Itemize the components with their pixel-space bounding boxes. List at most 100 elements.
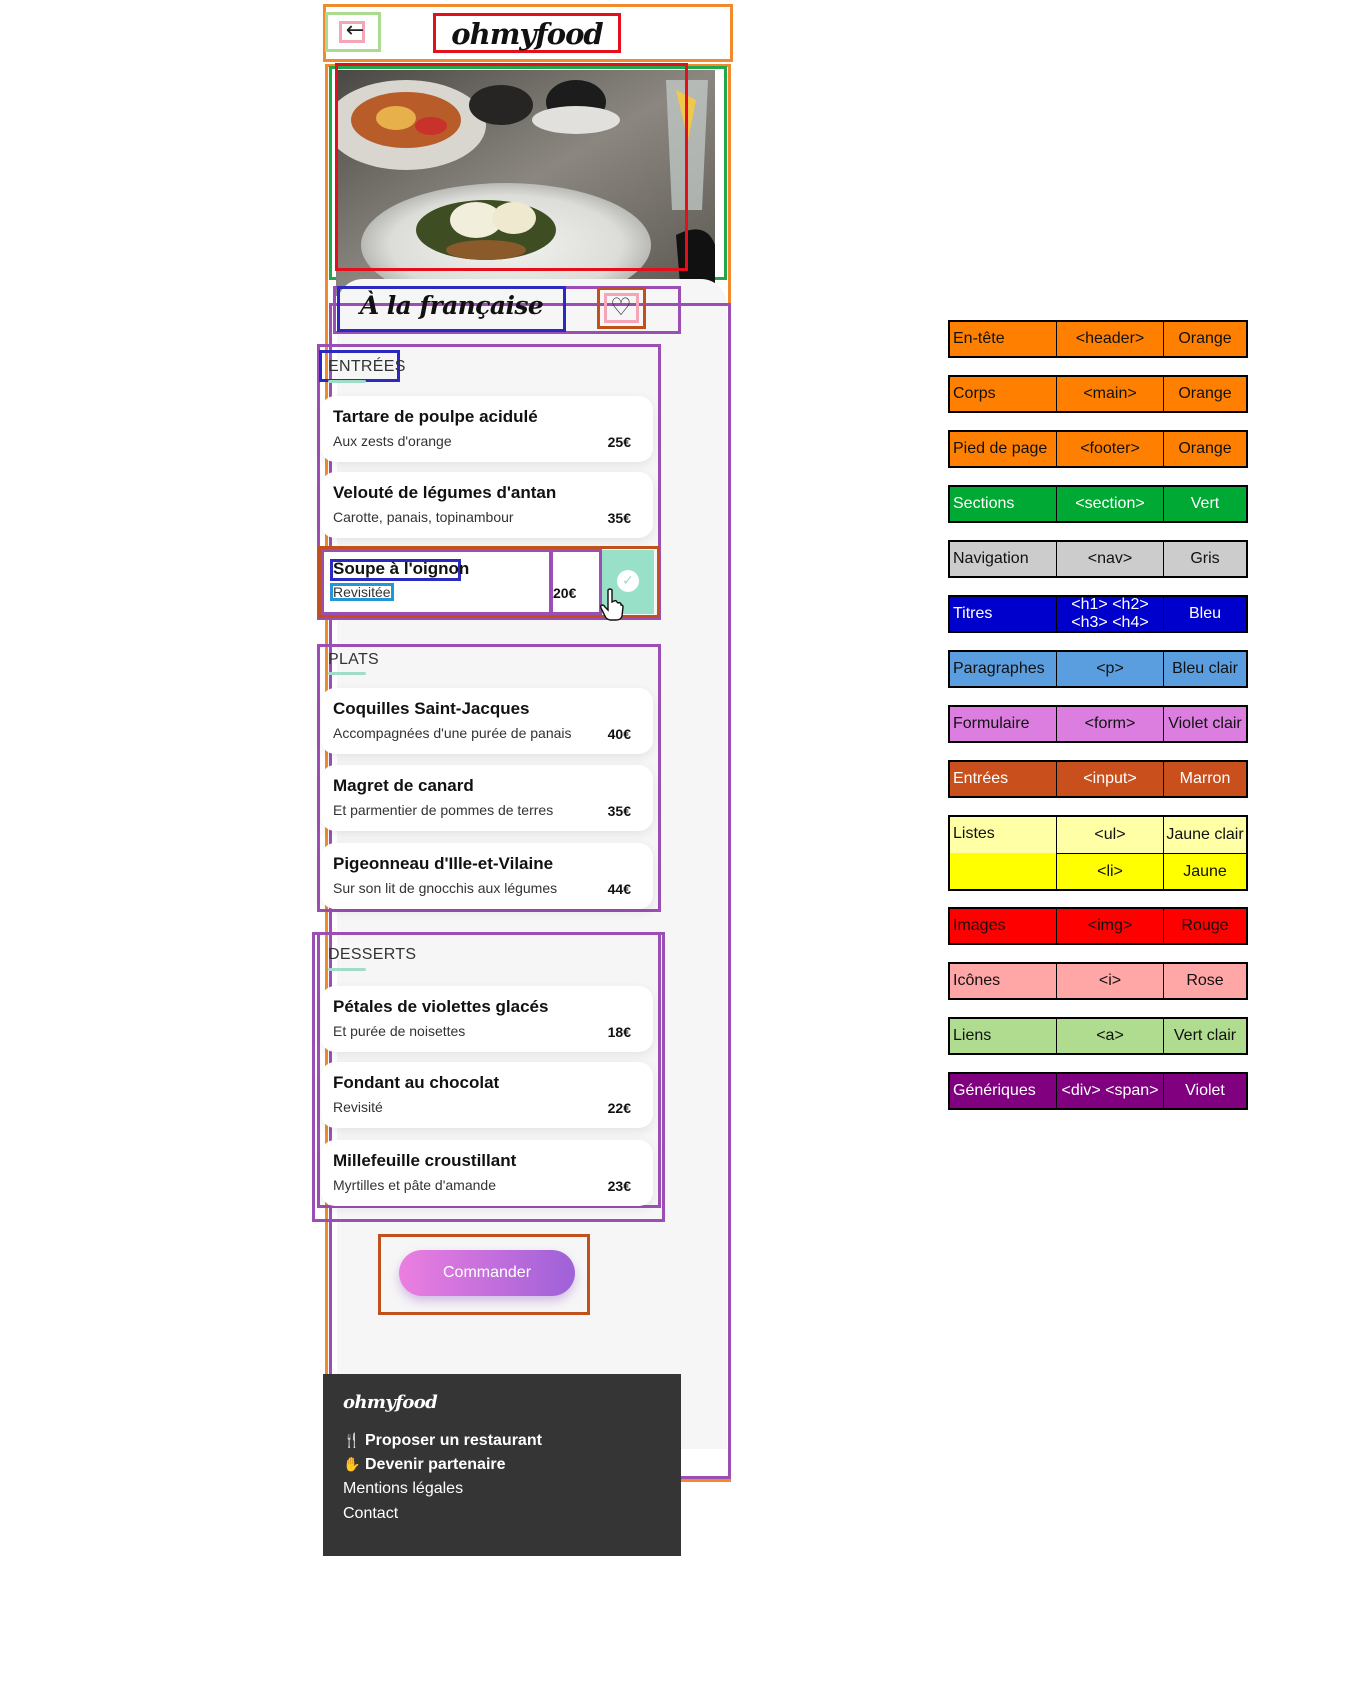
legend-cell: <li> [1057, 854, 1164, 889]
dish-description: Aux zests d'orange [333, 433, 452, 449]
legend-cell: Rouge [1164, 909, 1246, 943]
legend-row: En-tête <header> Orange [948, 320, 1248, 358]
legend-cell: Jaune clair [1164, 817, 1246, 853]
legend-cell: <main> [1057, 377, 1164, 411]
dish-description: Accompagnées d'une purée de panais [333, 725, 572, 741]
dish-card[interactable]: Magret de canard Et parmentier de pommes… [321, 765, 653, 831]
legend-cell: <section> [1057, 487, 1164, 521]
legend-cell: Navigation [950, 542, 1057, 576]
legend-cell: Paragraphes [950, 652, 1057, 686]
dish-name: Pigeonneau d'Ille-et-Vilaine [333, 854, 554, 873]
legend-row: Listes <ul> Jaune clair <li> Jaune [948, 815, 1248, 891]
legend-cell: <form> [1057, 707, 1164, 741]
legend-cell: Corps [950, 377, 1057, 411]
dish-price: 25€ [607, 434, 631, 450]
legend-row: Corps <main> Orange [948, 375, 1248, 413]
dish-price: 22€ [607, 1100, 631, 1116]
legend-sub-rows: <ul> Jaune clair <li> Jaune [1057, 817, 1246, 889]
dish-name: Soupe à l'oignon [333, 559, 470, 578]
legend-cell: Liens [950, 1019, 1057, 1053]
legend-row: Génériques <div> <span> Violet [948, 1072, 1248, 1110]
legend-cell: Orange [1164, 322, 1246, 356]
legend-cell: Sections [950, 487, 1057, 521]
legend-row: Titres <h1> <h2> <h3> <h4> Bleu [948, 595, 1248, 633]
legend-cell: Violet clair [1164, 707, 1246, 741]
dish-card[interactable]: Pétales de violettes glacés Et purée de … [321, 986, 653, 1052]
legend-row: Icônes <i> Rose [948, 962, 1248, 1000]
dish-card[interactable]: Millefeuille croustillant Myrtilles et p… [321, 1140, 653, 1206]
legend-cell: <div> <span> [1057, 1074, 1164, 1108]
footer-link-partner[interactable]: ✋ Devenir partenaire [343, 1456, 506, 1474]
logo: ohmyfood [433, 13, 621, 53]
back-link[interactable]: ← [325, 12, 381, 52]
legend-row: Liens <a> Vert clair [948, 1017, 1248, 1055]
mockup: ← ohmyfood À la française ♡ ENTRÉES Tart… [312, 4, 733, 1684]
dish-price: 20€ [553, 585, 577, 601]
dish-card[interactable]: Tartare de poulpe acidulé Aux zests d'or… [321, 396, 653, 462]
dish-card-selected[interactable]: Soupe à l'oignon Revisitée 20€ ✓ [318, 546, 660, 621]
section-underline [328, 672, 366, 675]
legend-row: Entrées <input> Marron [948, 760, 1248, 798]
footer: ohmyfood 🍴 Proposer un restaurant ✋ Deveni… [323, 1374, 681, 1556]
header-outline [323, 4, 733, 62]
footer-link-contact[interactable]: Contact [343, 1505, 398, 1523]
dish-card[interactable]: Coquilles Saint-Jacques Accompagnées d'u… [321, 688, 653, 754]
order-button[interactable]: Commander [399, 1250, 575, 1296]
legend-cell: Rose [1164, 964, 1246, 998]
logo-text: ohmyfood [451, 17, 603, 51]
utensils-icon: 🍴 [343, 1432, 361, 1448]
legend-cell: Orange [1164, 432, 1246, 466]
dish-name: Tartare de poulpe acidulé [333, 407, 538, 426]
section-title: ENTRÉES [328, 358, 406, 375]
footer-link-propose[interactable]: 🍴 Proposer un restaurant [343, 1432, 542, 1450]
legend-cell: Icônes [950, 964, 1057, 998]
section-title: DESSERTS [328, 946, 417, 963]
legend-cell: Vert [1164, 487, 1246, 521]
legend-cell: Bleu clair [1164, 652, 1246, 686]
legend-cell: Marron [1164, 762, 1246, 796]
dish-name: Fondant au chocolat [333, 1073, 500, 1092]
legend-cell: <ul> [1057, 817, 1164, 853]
legend-cell: Formulaire [950, 707, 1057, 741]
dish-card[interactable]: Pigeonneau d'Ille-et-Vilaine Sur son lit… [321, 843, 653, 909]
legend-cell: Orange [1164, 377, 1246, 411]
like-button[interactable]: ♡ [597, 287, 646, 329]
footer-link-label: Devenir partenaire [365, 1456, 506, 1473]
footer-link-label: Proposer un restaurant [365, 1432, 542, 1449]
dish-description: Revisité [333, 1099, 383, 1115]
dish-description: Myrtilles et pâte d'amande [333, 1177, 496, 1193]
hand-cursor-icon [600, 588, 624, 621]
legend-row: Pied de page <footer> Orange [948, 430, 1248, 468]
legend-cell: Vert clair [1164, 1019, 1246, 1053]
dish-description: Carotte, panais, topinambour [333, 509, 514, 525]
dish-card[interactable]: Fondant au chocolat Revisité 22€ [321, 1062, 653, 1128]
legend-cell: <header> [1057, 322, 1164, 356]
legend-cell: Titres [950, 597, 1057, 631]
legend-cell: En-tête [950, 322, 1057, 356]
section-underline [328, 380, 366, 383]
legend-row: Sections <section> Vert [948, 485, 1248, 523]
arrow-left-icon: ← [345, 18, 365, 43]
legend-row: Images <img> Rouge [948, 907, 1248, 945]
legend-row: Navigation <nav> Gris [948, 540, 1248, 578]
dish-price: 44€ [607, 881, 631, 897]
hero-image [336, 70, 715, 296]
footer-link-legal[interactable]: Mentions légales [343, 1480, 463, 1498]
dish-card[interactable]: Velouté de légumes d'antan Carotte, pana… [321, 472, 653, 538]
legend-cell: Génériques [950, 1074, 1057, 1108]
dish-description: Et purée de noisettes [333, 1023, 466, 1039]
dish-price: 35€ [607, 510, 631, 526]
legend-cell: Pied de page [950, 432, 1057, 466]
footer-logo: ohmyfood [343, 1392, 438, 1413]
menu-section-entrees: ENTRÉES Tartare de poulpe acidulé Aux ze… [317, 344, 718, 621]
legend-cell: Images [950, 909, 1057, 943]
section-title: PLATS [328, 651, 379, 668]
dish-name: Magret de canard [333, 776, 474, 795]
legend-cell: Gris [1164, 542, 1246, 576]
dish-price: 18€ [607, 1024, 631, 1040]
legend-cell: <footer> [1057, 432, 1164, 466]
hero-photo [336, 70, 715, 296]
menu-section-plats: PLATS Coquilles Saint-Jacques Accompagné… [317, 644, 718, 912]
legend-cell: Violet [1164, 1074, 1246, 1108]
menu-section-desserts: DESSERTS Pétales de violettes glacés Et … [312, 932, 718, 1222]
